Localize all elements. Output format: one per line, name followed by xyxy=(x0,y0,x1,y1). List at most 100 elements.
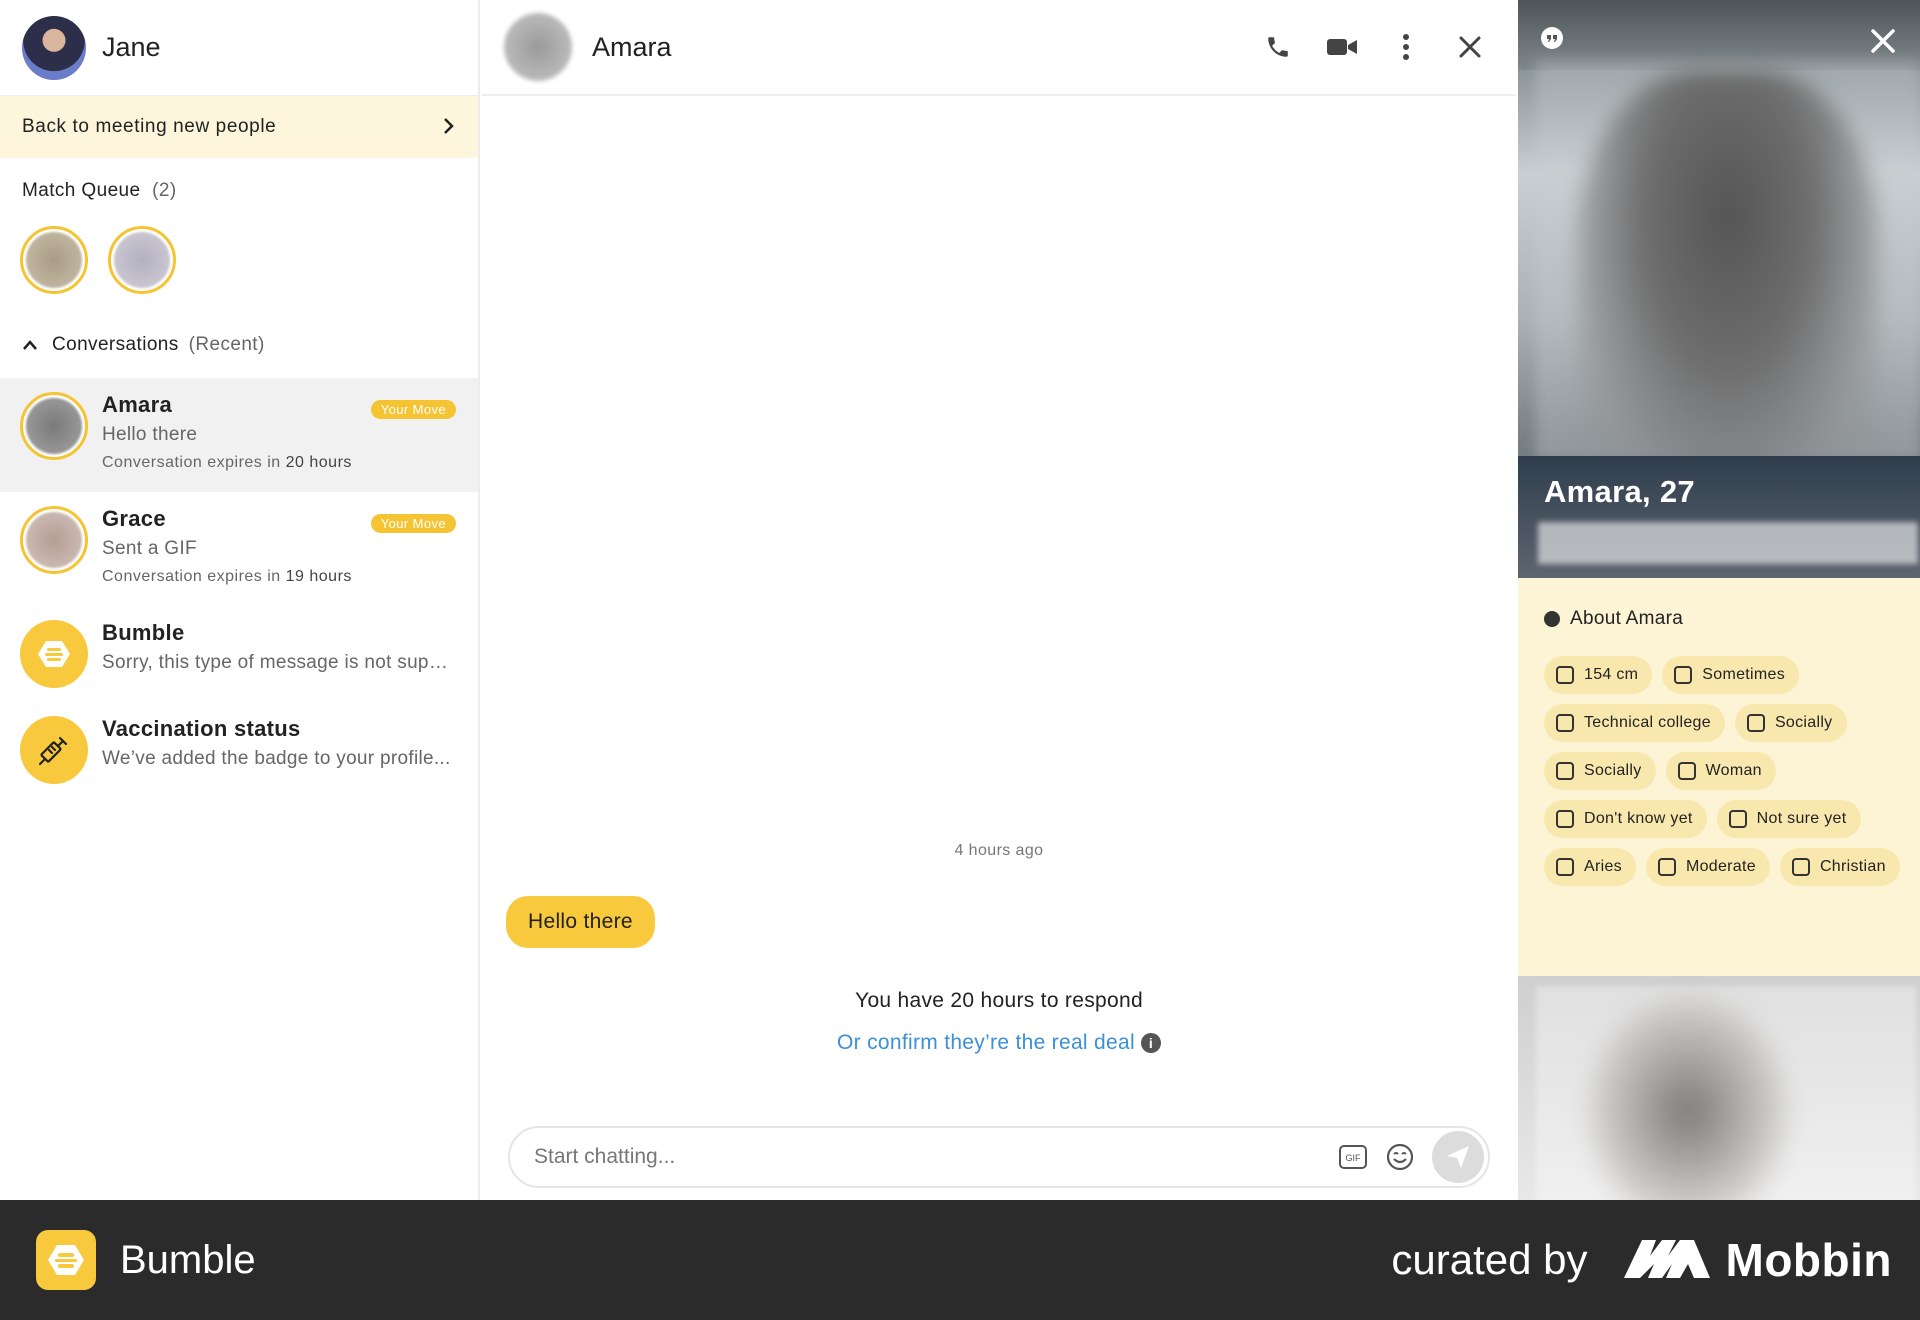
baby-bottle-icon xyxy=(1728,810,1747,828)
profile-photo: Amara, 27 xyxy=(1518,0,1920,578)
avatar[interactable] xyxy=(504,13,572,81)
quote-icon xyxy=(1540,26,1564,55)
chat-actions xyxy=(1260,29,1516,65)
match-queue xyxy=(0,202,478,302)
message-timestamp: 4 hours ago xyxy=(954,842,1044,859)
graduation-cap-icon xyxy=(1556,714,1574,732)
conversation-item-bumble[interactable]: Bumble Sorry, this type of message is no… xyxy=(0,606,478,702)
profile-chip-label: Don't know yet xyxy=(1584,810,1693,827)
expiry-value: 20 hours xyxy=(285,454,352,471)
profile-chip: Woman xyxy=(1665,752,1776,790)
profile-chip-label: Moderate xyxy=(1685,858,1756,875)
conversation-item-vaccination[interactable]: Vaccination status We’ve added the badge… xyxy=(0,702,478,798)
conversation-preview: Sent a GIF xyxy=(102,538,197,559)
bumble-logo-icon xyxy=(36,1230,96,1290)
send-icon xyxy=(1447,1146,1469,1168)
profile-chip-label: Sometimes xyxy=(1702,666,1786,683)
avatar xyxy=(20,506,88,574)
profile-panel: Amara, 27 About Amara 154 cm Sometimes Tec… xyxy=(1518,0,1920,1200)
profile-chip: Socially xyxy=(1544,752,1656,790)
profile-chip-label: Socially xyxy=(1774,714,1833,731)
chat-contact-name: Amara xyxy=(592,31,672,62)
conversation-expiry: Conversation expires in 19 hours xyxy=(102,568,456,586)
bumble-logo-icon xyxy=(20,620,88,688)
footer-brand: Bumble xyxy=(120,1237,256,1282)
expiry-prefix: Conversation expires in xyxy=(102,568,286,585)
confirm-real-deal-label: Or confirm they’re the real deal xyxy=(837,1031,1135,1054)
expiry-prefix: Conversation expires in xyxy=(102,454,286,471)
praying-hands-icon xyxy=(1791,858,1810,876)
close-icon[interactable] xyxy=(1452,29,1488,65)
emoji-icon[interactable] xyxy=(1386,1143,1414,1171)
profile-chip-label: Technical college xyxy=(1584,714,1711,731)
profile-chip-label: Not sure yet xyxy=(1756,810,1847,827)
conversation-item-amara[interactable]: Amara Hello there Conversation expires i… xyxy=(0,378,478,492)
profile-chip-label: 154 cm xyxy=(1584,666,1639,683)
profile-chip: 154 cm xyxy=(1544,656,1653,694)
conversations-sub: (Recent) xyxy=(188,334,265,355)
match-queue-avatar[interactable] xyxy=(20,226,88,294)
search-icon xyxy=(1556,810,1574,828)
conversation-list: Amara Hello there Conversation expires i… xyxy=(0,378,478,798)
profile-chip-label: Socially xyxy=(1584,762,1642,779)
back-to-meeting-label: Back to meeting new people xyxy=(22,116,277,137)
government-icon xyxy=(1657,858,1676,876)
profile-chip-label: Aries xyxy=(1584,858,1622,875)
profile-photo-2 xyxy=(1518,976,1920,1200)
conversation-preview: Sorry, this type of message is not supp.… xyxy=(102,652,456,673)
info-icon[interactable]: i xyxy=(1140,1033,1161,1054)
message-bubble[interactable]: Hello there xyxy=(506,896,655,948)
conversation-preview: Hello there xyxy=(102,424,198,445)
message-composer: GIF xyxy=(508,1126,1490,1188)
match-queue-title: Match Queue (2) xyxy=(0,180,478,202)
user-header: Jane xyxy=(0,0,478,96)
syringe-icon xyxy=(20,716,88,784)
profile-chip: Christian xyxy=(1779,848,1900,886)
chat-header: Amara xyxy=(482,0,1516,96)
conversation-preview: We’ve added the badge to your profile... xyxy=(102,748,451,769)
confirm-real-deal-link[interactable]: Or confirm they’re the real deal i xyxy=(482,1031,1516,1055)
about-title-label: About Amara xyxy=(1570,608,1684,629)
send-button[interactable] xyxy=(1432,1131,1484,1183)
video-call-icon[interactable] xyxy=(1324,29,1360,65)
profile-name-age: Amara, 27 xyxy=(1544,474,1695,509)
match-queue-avatar[interactable] xyxy=(108,226,176,294)
conversation-name: Bumble xyxy=(102,620,185,645)
close-profile-icon[interactable] xyxy=(1870,28,1896,59)
quote-icon xyxy=(1544,611,1560,627)
svg-text:GIF: GIF xyxy=(1346,1153,1362,1163)
chat-panel: Amara 4 hours ago Hello there You have 2… xyxy=(482,0,1516,1200)
avatar xyxy=(20,392,88,460)
match-queue-label: Match Queue xyxy=(22,180,141,201)
user-name: Jane xyxy=(102,32,161,62)
footer: Bumble curated by Mobbin xyxy=(0,1200,1920,1320)
phone-icon[interactable] xyxy=(1260,29,1296,65)
profile-chip: Aries xyxy=(1544,848,1636,886)
profile-chip: Don't know yet xyxy=(1544,800,1707,838)
about-title: About Amara xyxy=(1544,608,1920,630)
conversations-label: Conversations xyxy=(52,334,179,355)
user-avatar[interactable] xyxy=(22,15,86,80)
more-options-icon[interactable] xyxy=(1388,29,1424,65)
chevron-right-icon xyxy=(442,112,456,143)
conversation-expiry: Conversation expires in 20 hours xyxy=(102,454,456,472)
zodiac-icon xyxy=(1556,858,1574,876)
smoking-icon xyxy=(1556,762,1574,780)
conversation-item-grace[interactable]: Grace Sent a GIF Conversation expires in… xyxy=(0,492,478,606)
back-to-meeting-button[interactable]: Back to meeting new people xyxy=(0,96,478,158)
dumbbell-icon xyxy=(1674,666,1693,684)
match-queue-count: (2) xyxy=(152,180,177,201)
your-move-badge: Your Move xyxy=(370,400,456,419)
your-move-badge: Your Move xyxy=(370,514,456,533)
profile-chip: Technical college xyxy=(1544,704,1725,742)
gif-icon[interactable]: GIF xyxy=(1338,1144,1368,1170)
chat-input[interactable] xyxy=(534,1145,1338,1169)
profile-chip-label: Woman xyxy=(1705,762,1762,779)
profile-chip-label: Christian xyxy=(1819,858,1886,875)
profile-chip: Sometimes xyxy=(1662,656,1800,694)
ruler-icon xyxy=(1556,666,1574,684)
conversation-name: Vaccination status xyxy=(102,716,301,741)
conversations-toggle[interactable]: Conversations (Recent) xyxy=(0,330,478,360)
curated-by-text: curated by xyxy=(1391,1236,1588,1283)
sidebar: Jane Back to meeting new people Match Qu… xyxy=(0,0,480,1200)
